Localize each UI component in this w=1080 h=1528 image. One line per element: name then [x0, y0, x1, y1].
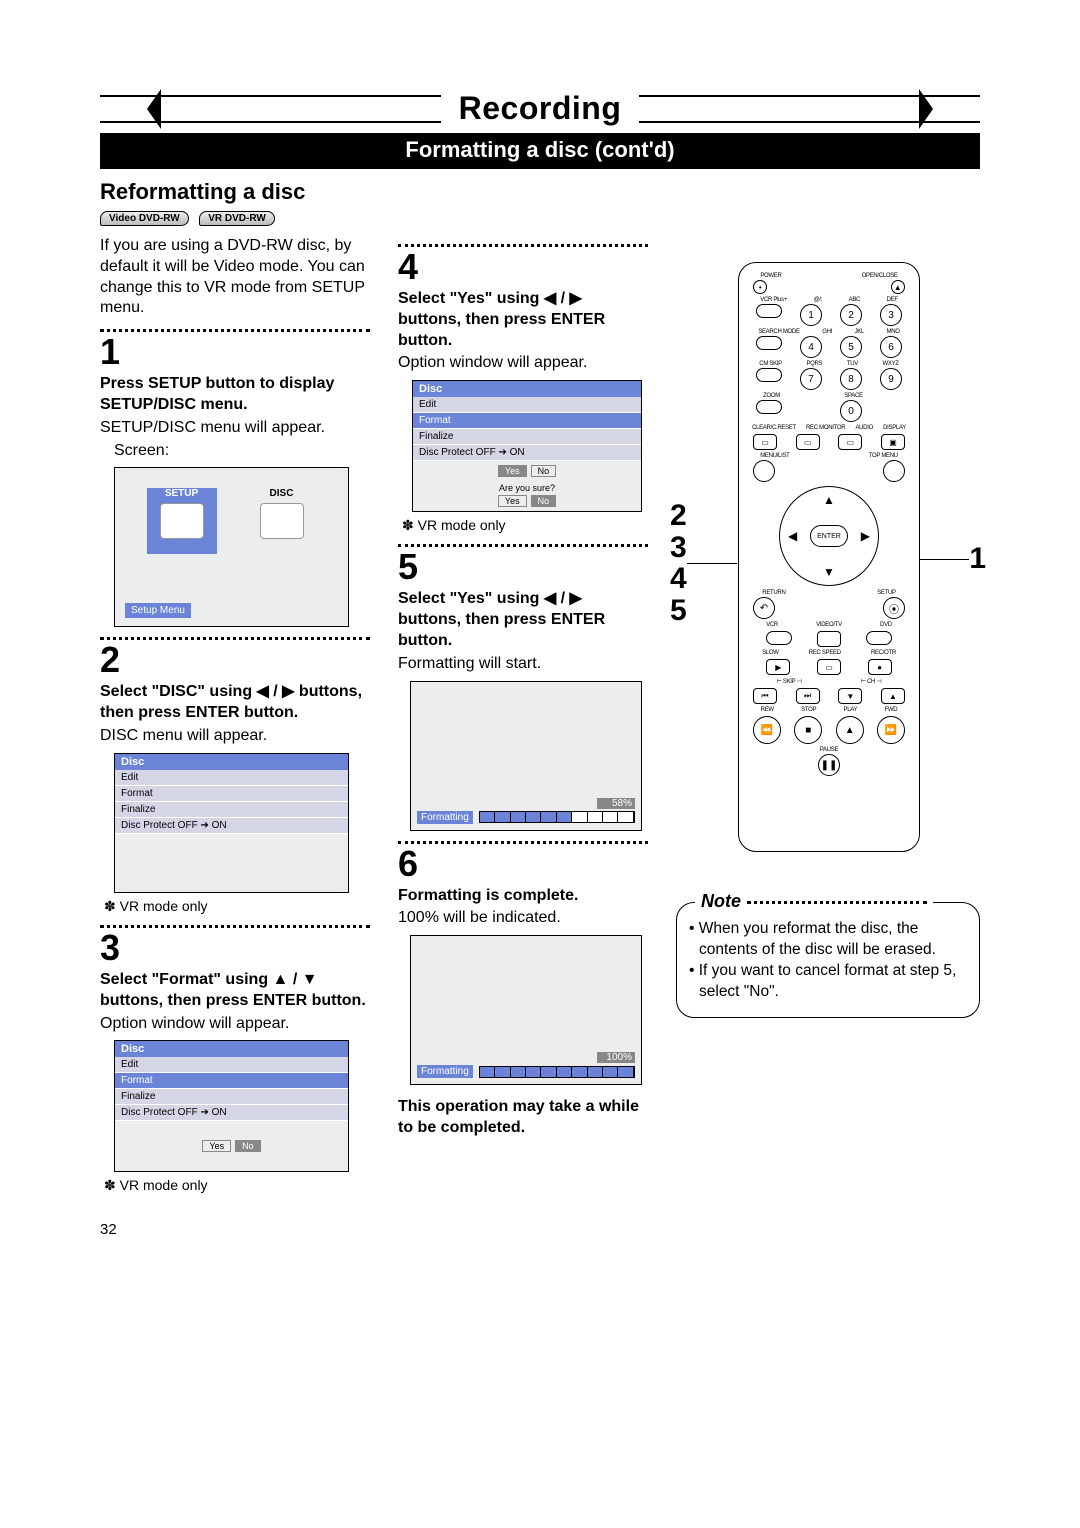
intro-text: If you are using a DVD-RW disc, by defau… [100, 236, 370, 319]
num-7[interactable]: 7 [800, 368, 822, 390]
step-5-title: Select "Yes" using ◀ / ▶ buttons, then p… [398, 589, 648, 651]
vcr-button[interactable] [766, 631, 792, 645]
step-2-note: ✽ VR mode only [104, 897, 370, 915]
screenshot-confirm: Disc Edit Format Finalize Disc Protect O… [412, 380, 642, 512]
num-1[interactable]: 1 [800, 304, 822, 326]
power-button[interactable] [753, 280, 767, 294]
top-menu-button[interactable] [883, 460, 905, 482]
step-5-number: 5 [398, 549, 648, 585]
step-3-title: Select "Format" using ▲ / ▼ buttons, the… [100, 970, 370, 1012]
step-2-number: 2 [100, 642, 370, 678]
callout-left: 2 3 4 5 [670, 500, 737, 626]
remote-control: POWEROPEN/CLOSE ▲ VCR Plus+@/:ABCDEF 123… [738, 262, 920, 852]
slow-button[interactable]: ▶ [766, 659, 790, 675]
note-heading: Note [695, 891, 933, 912]
step-4-note: ✽ VR mode only [402, 516, 648, 534]
num-3[interactable]: 3 [880, 304, 902, 326]
enter-button[interactable]: ENTER [810, 525, 848, 547]
rec-speed-button[interactable]: ▭ [817, 659, 841, 675]
menu-list-button[interactable] [753, 460, 775, 482]
subtitle-bar: Formatting a disc (cont'd) [100, 133, 980, 169]
up-arrow-icon[interactable]: ▲ [823, 493, 835, 507]
step-6-title: Formatting is complete. [398, 886, 648, 907]
title-ribbon: Recording [100, 90, 980, 127]
play-button[interactable]: ▲ [836, 716, 864, 744]
num-9[interactable]: 9 [880, 368, 902, 390]
badge-video-dvdrw: Video DVD-RW [100, 211, 189, 226]
screenshot-progress-58: 58% Formatting [410, 681, 642, 831]
right-arrow-icon[interactable]: ▶ [861, 529, 870, 543]
screenshot-format-option: Disc Edit Format Finalize Disc Protect O… [114, 1040, 349, 1172]
fwd-button[interactable]: ⏩ [877, 716, 905, 744]
screenshot-setup-menu: SETUP DISC Setup Menu [114, 467, 349, 627]
screenshot-progress-100: 100% Formatting [410, 935, 642, 1085]
note-box: Note When you reformat the disc, the con… [676, 902, 980, 1018]
cm-skip-button[interactable] [756, 368, 782, 382]
skip-next-button[interactable]: ⏭ [796, 688, 820, 704]
ch-down-button[interactable]: ▼ [838, 688, 862, 704]
return-button[interactable]: ↶ [753, 597, 775, 619]
skip-prev-button[interactable]: ⏮ [753, 688, 777, 704]
section-heading: Reformatting a disc [100, 179, 980, 205]
step-6-number: 6 [398, 846, 648, 882]
open-close-button[interactable]: ▲ [891, 280, 905, 294]
step-1-screen-label: Screen: [114, 441, 370, 462]
badge-vr-dvdrw: VR DVD-RW [199, 211, 275, 226]
callout-right: 1 [919, 542, 986, 576]
step-4-sub: Option window will appear. [398, 353, 648, 374]
ch-up-button[interactable]: ▲ [881, 688, 905, 704]
column-left: If you are using a DVD-RW disc, by defau… [100, 234, 370, 1201]
num-2[interactable]: 2 [840, 304, 862, 326]
step-1-title: Press SETUP button to display SETUP/DISC… [100, 374, 370, 416]
step-6-sub: 100% will be indicated. [398, 908, 648, 929]
vcrplus-button[interactable] [756, 304, 782, 318]
search-mode-button[interactable] [756, 336, 782, 350]
step-2-title: Select "DISC" using ◀ / ▶ buttons, then … [100, 682, 370, 724]
video-tv-button[interactable] [817, 631, 841, 647]
rew-button[interactable]: ⏪ [753, 716, 781, 744]
num-0[interactable]: 0 [840, 400, 862, 422]
audio-button[interactable]: ▭ [838, 434, 862, 450]
dvd-button[interactable] [866, 631, 892, 645]
pause-button[interactable]: ❚❚ [818, 754, 840, 776]
num-4[interactable]: 4 [800, 336, 822, 358]
setup-button[interactable]: ⦿ [883, 597, 905, 619]
column-right: 2 3 4 5 1 POWEROPEN/CLOSE ▲ VCR Plus+@/:… [676, 234, 980, 1201]
left-arrow-icon[interactable]: ◀ [788, 529, 797, 543]
column-middle: 4 Select "Yes" using ◀ / ▶ buttons, then… [398, 234, 648, 1201]
rec-otr-button[interactable]: ● [868, 659, 892, 675]
step-1-number: 1 [100, 334, 370, 370]
display-button[interactable]: ▣ [881, 434, 905, 450]
zoom-button[interactable] [756, 400, 782, 414]
step-3-note: ✽ VR mode only [104, 1176, 370, 1194]
nav-ring[interactable]: ▲ ▼ ◀ ▶ ENTER [779, 486, 879, 586]
step-5-sub: Formatting will start. [398, 654, 648, 675]
screenshot-disc-menu: Disc Edit Format Finalize Disc Protect O… [114, 753, 349, 893]
clear-button[interactable]: ▭ [753, 434, 777, 450]
step-2-sub: DISC menu will appear. [100, 726, 370, 747]
step-3-number: 3 [100, 930, 370, 966]
note-item: If you want to cancel format at step 5, … [689, 961, 967, 1003]
num-5[interactable]: 5 [840, 336, 862, 358]
num-6[interactable]: 6 [880, 336, 902, 358]
note-item: When you reformat the disc, the contents… [689, 919, 967, 961]
step-4-number: 4 [398, 249, 648, 285]
stop-button[interactable]: ■ [794, 716, 822, 744]
step-1-sub: SETUP/DISC menu will appear. [100, 418, 370, 439]
down-arrow-icon[interactable]: ▼ [823, 565, 835, 579]
page-title: Recording [441, 90, 640, 127]
rec-monitor-button[interactable]: ▭ [796, 434, 820, 450]
num-8[interactable]: 8 [840, 368, 862, 390]
page-number: 32 [100, 1221, 980, 1238]
step-4-title: Select "Yes" using ◀ / ▶ buttons, then p… [398, 289, 648, 351]
step-3-sub: Option window will appear. [100, 1014, 370, 1035]
warning-text: This operation may take a while to be co… [398, 1097, 648, 1139]
